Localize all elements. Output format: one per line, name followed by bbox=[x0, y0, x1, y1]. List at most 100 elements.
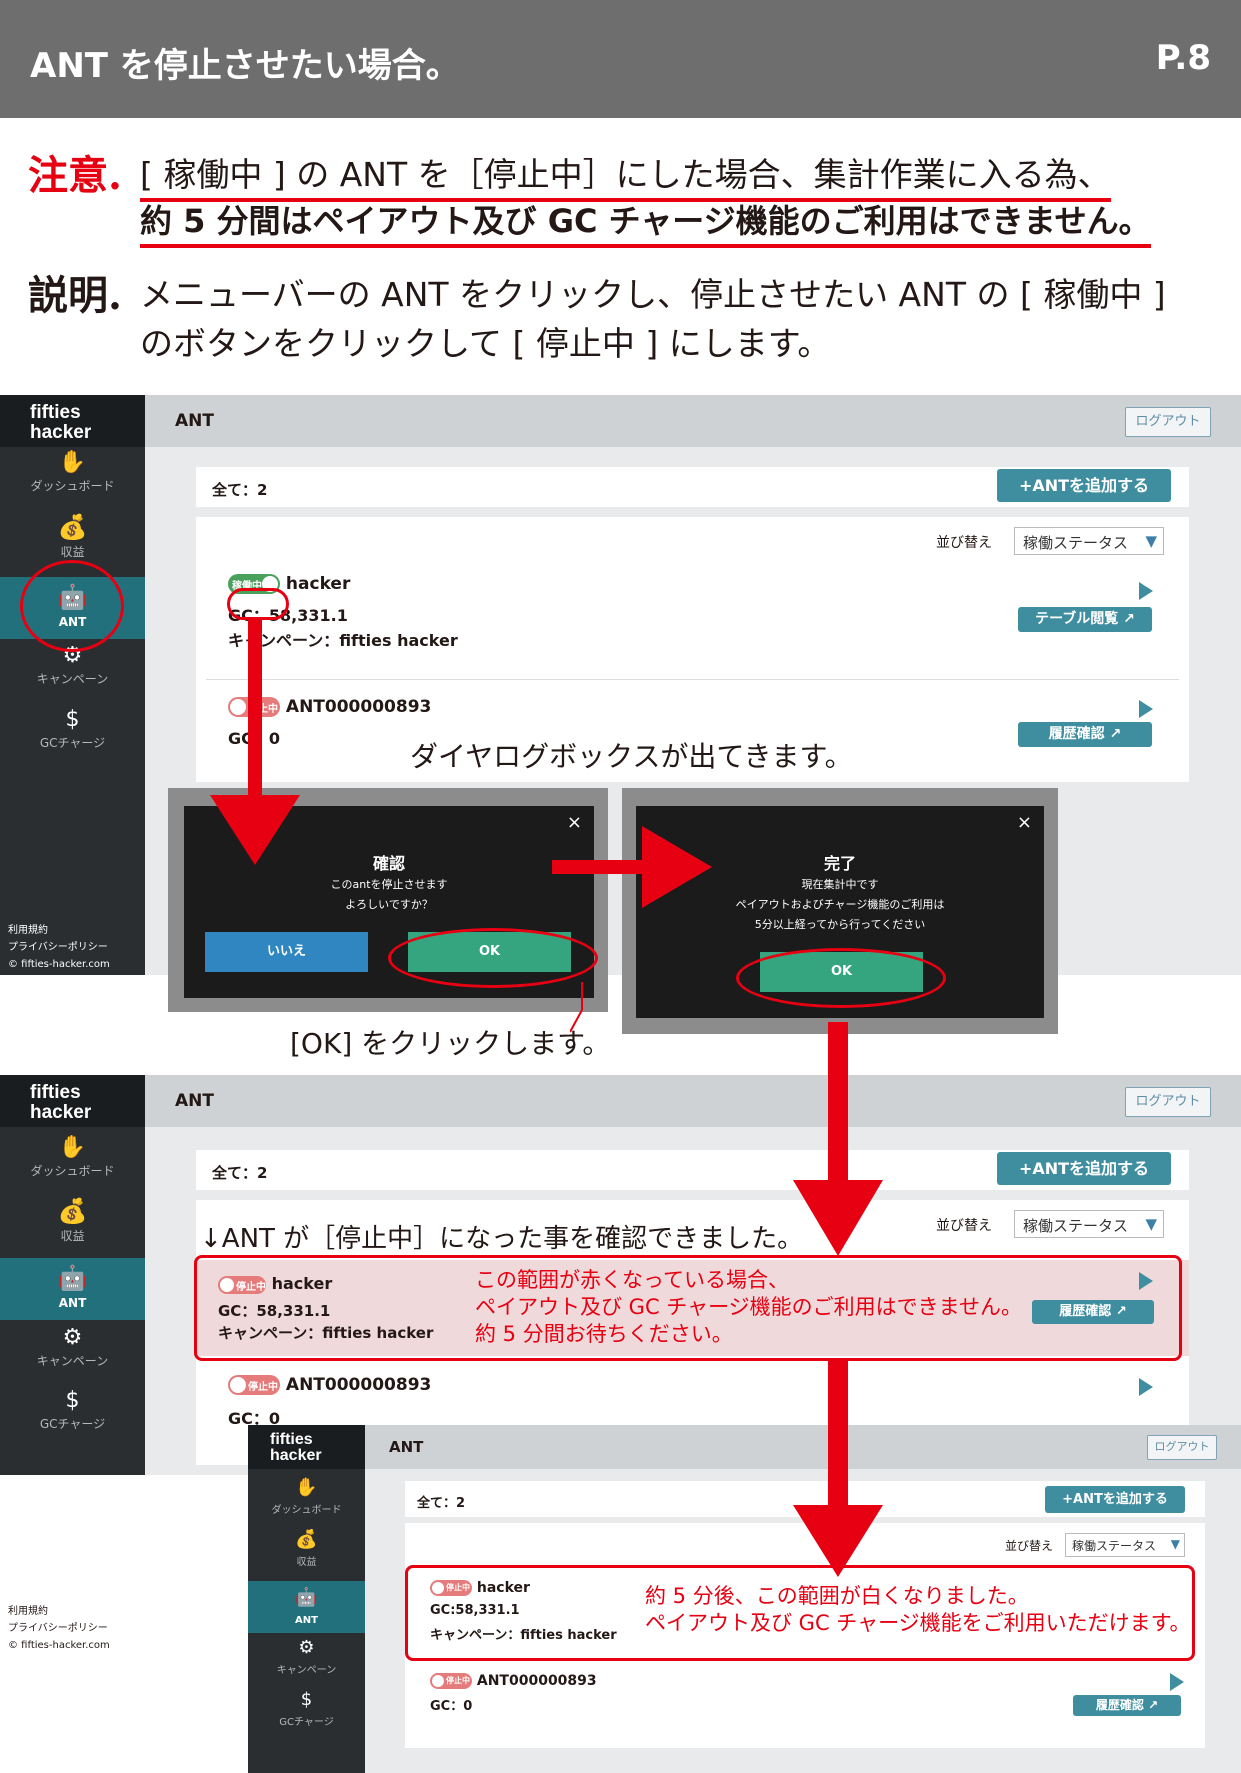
logout-button[interactable]: ログアウト bbox=[1125, 1087, 1211, 1117]
robot-icon: 🤖 bbox=[57, 1264, 88, 1292]
logo-text-1: fifties bbox=[30, 1082, 81, 1103]
screen-title: ANT bbox=[175, 411, 214, 431]
logout-button[interactable]: ログアウト bbox=[1147, 1435, 1217, 1460]
sidebar: fifties hacker ✋ ダッシュボード 💰 収益 🤖 ANT ⚙ キャンペーン… bbox=[0, 395, 145, 975]
terms-link[interactable]: 利用規約 bbox=[8, 1603, 110, 1620]
caution-label: 注意. bbox=[28, 152, 122, 199]
ant-name: ANT000000893 bbox=[285, 697, 432, 717]
page-title: ANT を停止させたい場合。 bbox=[30, 46, 460, 86]
nav-dashboard[interactable]: ✋ ダッシュボード bbox=[0, 1135, 145, 1193]
logout-button[interactable]: ログアウト bbox=[1125, 407, 1211, 437]
ant-campaign: キャンペーン：fifties hacker bbox=[228, 631, 458, 650]
nav-campaign[interactable]: ⚙ キャンペーン bbox=[0, 1325, 145, 1383]
highlight-ok-1 bbox=[388, 928, 598, 988]
red-note-1: この範囲が赤くなっている場合、 bbox=[475, 1268, 789, 1292]
nav-gc-charge[interactable]: $ GCチャージ bbox=[248, 1689, 365, 1737]
arrow-down-shaft-3 bbox=[828, 1361, 848, 1509]
total-count: 全て：2 bbox=[212, 1164, 268, 1182]
ant-name: hacker bbox=[285, 574, 351, 594]
arrow-down-shaft-2 bbox=[828, 1022, 848, 1184]
nav-dashboard[interactable]: ✋ ダッシュボード bbox=[0, 450, 145, 508]
nav-revenue-label: 収益 bbox=[60, 1229, 85, 1243]
nav-revenue[interactable]: 💰 収益 bbox=[0, 1197, 145, 1255]
explain-line2: のボタンをクリックして [ 停止中 ] にします。 bbox=[140, 324, 831, 363]
logo: fifties hacker bbox=[0, 395, 145, 447]
table-view-button[interactable]: テーブル閲覧 ↗ bbox=[1018, 607, 1152, 632]
status-toggle-off[interactable]: 停止中 bbox=[430, 1673, 472, 1689]
chevron-down-icon: ▼ bbox=[1145, 1215, 1157, 1233]
sort-select[interactable]: 稼働ステータス ▼ bbox=[1065, 1533, 1185, 1557]
history-label: 履歴確認 bbox=[1048, 726, 1105, 742]
add-ant-button[interactable]: +ANTを追加する bbox=[997, 1152, 1171, 1185]
sort-select[interactable]: 稼働ステータス ▼ bbox=[1014, 1210, 1164, 1238]
explain-label: 説明. bbox=[28, 272, 122, 319]
logo: fifties hacker bbox=[0, 1075, 145, 1127]
history-button[interactable]: 履歴確認 ↗ bbox=[1018, 722, 1152, 747]
history-button[interactable]: 履歴確認 ↗ bbox=[1073, 1695, 1181, 1716]
privacy-link[interactable]: プライバシーポリシー bbox=[8, 939, 110, 956]
annotation-confirmed: ↓ANT が［停止中］になった事を確認できました。 bbox=[200, 1218, 804, 1255]
sort-value: 稼働ステータス bbox=[1023, 534, 1129, 552]
arrow-down-head-3 bbox=[793, 1505, 883, 1577]
nav-dashboard[interactable]: ✋ ダッシュボード bbox=[248, 1477, 365, 1525]
logo-text-1: fifties bbox=[270, 1431, 313, 1448]
status-label: 停止中 bbox=[446, 1676, 470, 1685]
status-toggle-off[interactable]: 停止中 bbox=[228, 1375, 280, 1395]
toggle-knob bbox=[230, 699, 246, 715]
nav-revenue[interactable]: 💰 収益 bbox=[248, 1529, 365, 1577]
gear-head-icon: ⚙ bbox=[62, 1325, 83, 1350]
money-bag-icon: 💰 bbox=[57, 513, 88, 541]
play-icon[interactable] bbox=[1139, 700, 1153, 718]
sidebar-footer-2: 利用規約 プライバシーポリシー © fifties-hacker.com bbox=[8, 1603, 110, 1654]
play-icon[interactable] bbox=[1139, 1378, 1153, 1396]
close-icon[interactable]: × bbox=[1017, 812, 1032, 833]
terms-link[interactable]: 利用規約 bbox=[8, 922, 110, 939]
logo-text-1: fifties bbox=[30, 402, 81, 423]
nav-dashboard-label: ダッシュボード bbox=[30, 479, 115, 493]
privacy-link[interactable]: プライバシーポリシー bbox=[8, 1620, 110, 1637]
nav-revenue-label: 収益 bbox=[296, 1557, 317, 1568]
sidebar-footer: 利用規約 プライバシーポリシー © fifties-hacker.com bbox=[8, 922, 110, 973]
ant-list-header: 全て：2 +ANTを追加する bbox=[196, 1150, 1189, 1190]
money-bag-icon: 💰 bbox=[57, 1197, 88, 1225]
ant-name: ANT000000893 bbox=[285, 1375, 432, 1395]
robot-icon: 🤖 bbox=[295, 1587, 318, 1608]
sidebar: fifties hacker ✋ ダッシュボード 💰 収益 🤖 ANT ⚙ キャンペーン… bbox=[0, 1075, 145, 1475]
row-divider bbox=[206, 679, 1179, 680]
total-count: 全て：2 bbox=[417, 1496, 466, 1511]
sidebar: fifties hacker ✋ ダッシュボード 💰 収益 🤖 ANT ⚙ キャンペーン… bbox=[248, 1425, 365, 1773]
toggle-knob bbox=[230, 1377, 246, 1393]
no-button[interactable]: いいえ bbox=[205, 932, 368, 972]
caution-line2: 約 5 分間はペイアウト及び GC チャージ機能のご利用はできません。 bbox=[140, 196, 1151, 248]
logo-text-2: hacker bbox=[30, 1102, 92, 1123]
coin-hand-icon: $ bbox=[65, 1388, 80, 1413]
status-label: 停止中 bbox=[248, 1382, 278, 1393]
nav-ant[interactable]: 🤖 ANT bbox=[0, 1258, 145, 1320]
nav-dashboard-label: ダッシュボード bbox=[30, 1164, 115, 1178]
sort-value: 稼働ステータス bbox=[1072, 1539, 1157, 1553]
ant-row-2: 停止中 ANT000000893 bbox=[228, 1375, 431, 1395]
play-icon[interactable] bbox=[1170, 1673, 1184, 1691]
external-link-icon: ↗ bbox=[1148, 1698, 1159, 1712]
nav-campaign[interactable]: ⚙ キャンペーン bbox=[248, 1637, 365, 1685]
gear-head-icon: ⚙ bbox=[298, 1637, 315, 1658]
handshake-icon: ✋ bbox=[58, 1135, 87, 1160]
add-ant-button[interactable]: +ANTを追加する bbox=[997, 469, 1171, 502]
nav-gc-charge[interactable]: $ GCチャージ bbox=[0, 707, 145, 765]
nav-ant-label: ANT bbox=[295, 1615, 318, 1626]
play-icon[interactable] bbox=[1139, 582, 1153, 600]
toggle-knob bbox=[432, 1675, 444, 1687]
logo-text-2: hacker bbox=[30, 422, 92, 443]
table-view-label: テーブル閲覧 bbox=[1035, 611, 1119, 627]
close-icon[interactable]: × bbox=[567, 812, 582, 833]
ant-row-2: 停止中 ANT000000893 bbox=[430, 1673, 597, 1689]
red-note-2: ペイアウト及び GC チャージ機能のご利用はできません。 bbox=[475, 1295, 1023, 1319]
nav-gc-charge[interactable]: $ GCチャージ bbox=[0, 1388, 145, 1446]
caution-text-1: [ 稼働中 ] の ANT を［停止中］にした場合、集計作業に入る為、 bbox=[140, 155, 1111, 202]
nav-dashboard-label: ダッシュボード bbox=[271, 1505, 342, 1516]
add-ant-button[interactable]: +ANTを追加する bbox=[1045, 1486, 1185, 1513]
external-link-icon: ↗ bbox=[1123, 611, 1135, 627]
ant-name: ANT000000893 bbox=[476, 1673, 597, 1689]
nav-ant[interactable]: 🤖 ANT bbox=[248, 1581, 365, 1633]
sort-select[interactable]: 稼働ステータス ▼ bbox=[1014, 527, 1164, 555]
